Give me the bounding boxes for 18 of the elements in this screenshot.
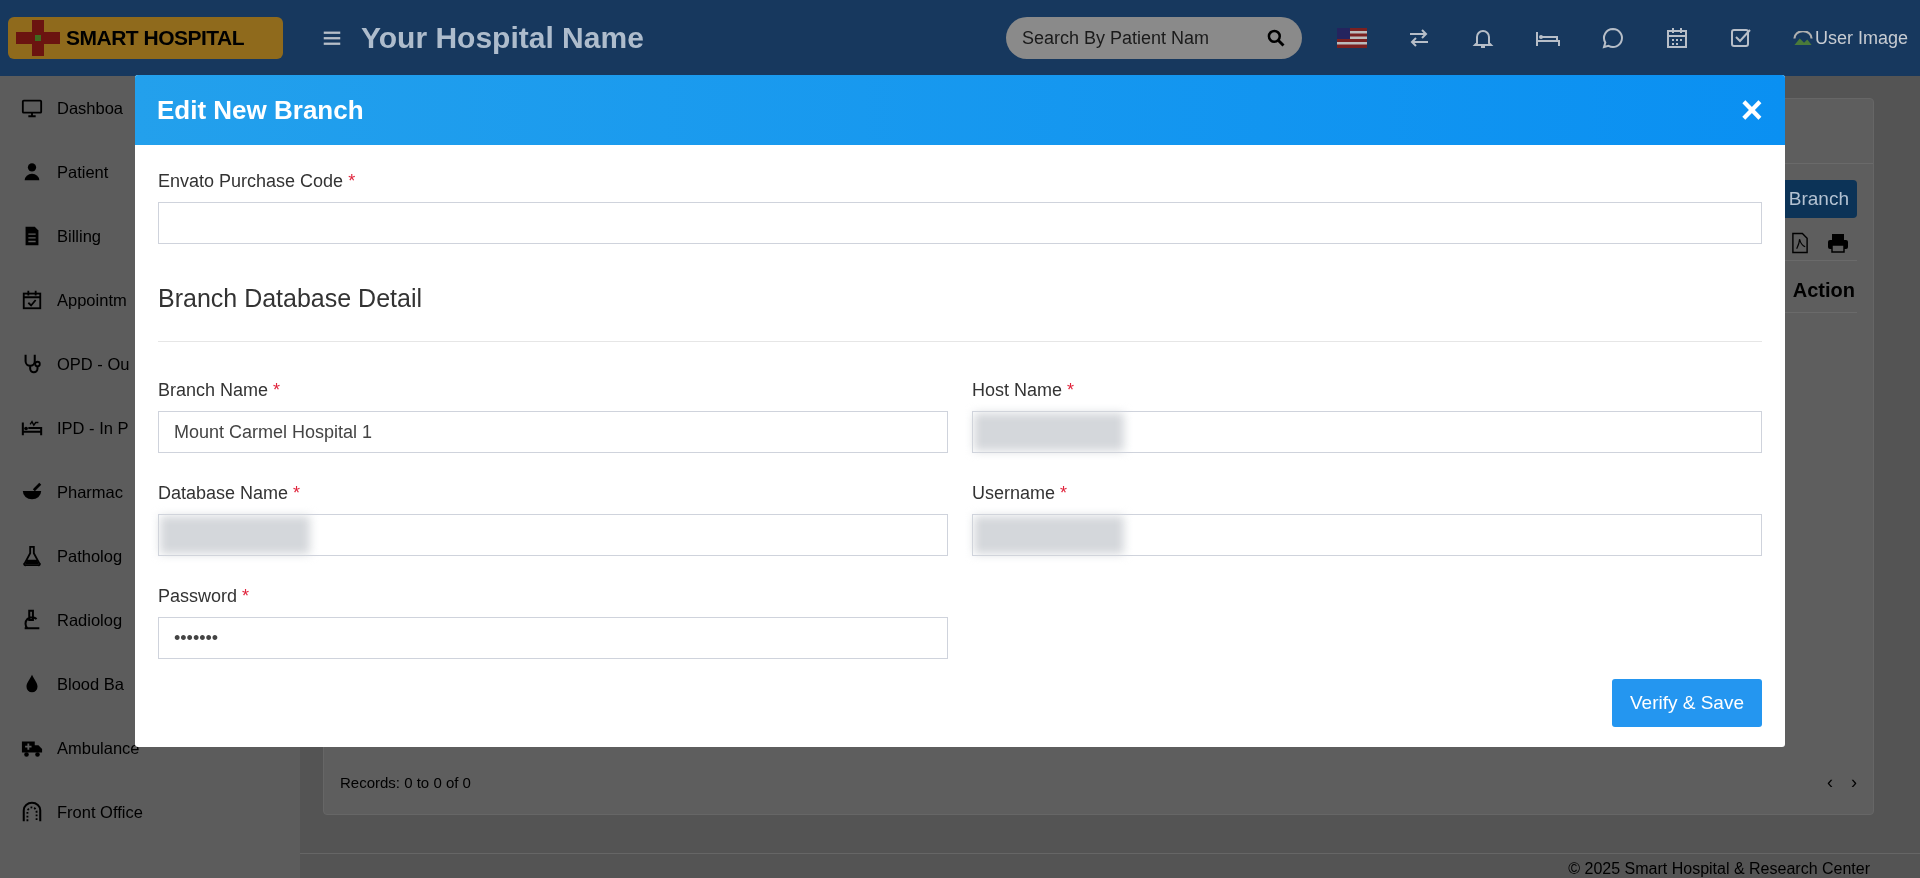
required-mark: * bbox=[293, 483, 301, 504]
field-label: Host Name bbox=[972, 380, 1063, 401]
footer-text: © 2025 Smart Hospital & Research Center bbox=[300, 853, 1920, 878]
section-title: Branch Database Detail bbox=[158, 284, 1762, 342]
field-label: Database Name bbox=[158, 483, 289, 504]
field-label: Password bbox=[158, 586, 238, 607]
logo-text: SMART HOSPITAL bbox=[66, 26, 245, 50]
required-mark: * bbox=[273, 380, 281, 401]
field-label: Branch Name bbox=[158, 380, 269, 401]
modal-title: Edit New Branch bbox=[157, 94, 364, 126]
required-mark: * bbox=[242, 586, 250, 607]
required-mark: * bbox=[348, 171, 356, 192]
required-mark: * bbox=[1067, 380, 1075, 401]
records-count: Records: 0 to 0 of 0 bbox=[340, 773, 471, 791]
field-label: Username bbox=[972, 483, 1056, 504]
field-label: Envato Purchase Code bbox=[158, 171, 344, 192]
required-mark: * bbox=[1060, 483, 1068, 504]
hospital-name: Your Hospital Name bbox=[361, 21, 644, 55]
